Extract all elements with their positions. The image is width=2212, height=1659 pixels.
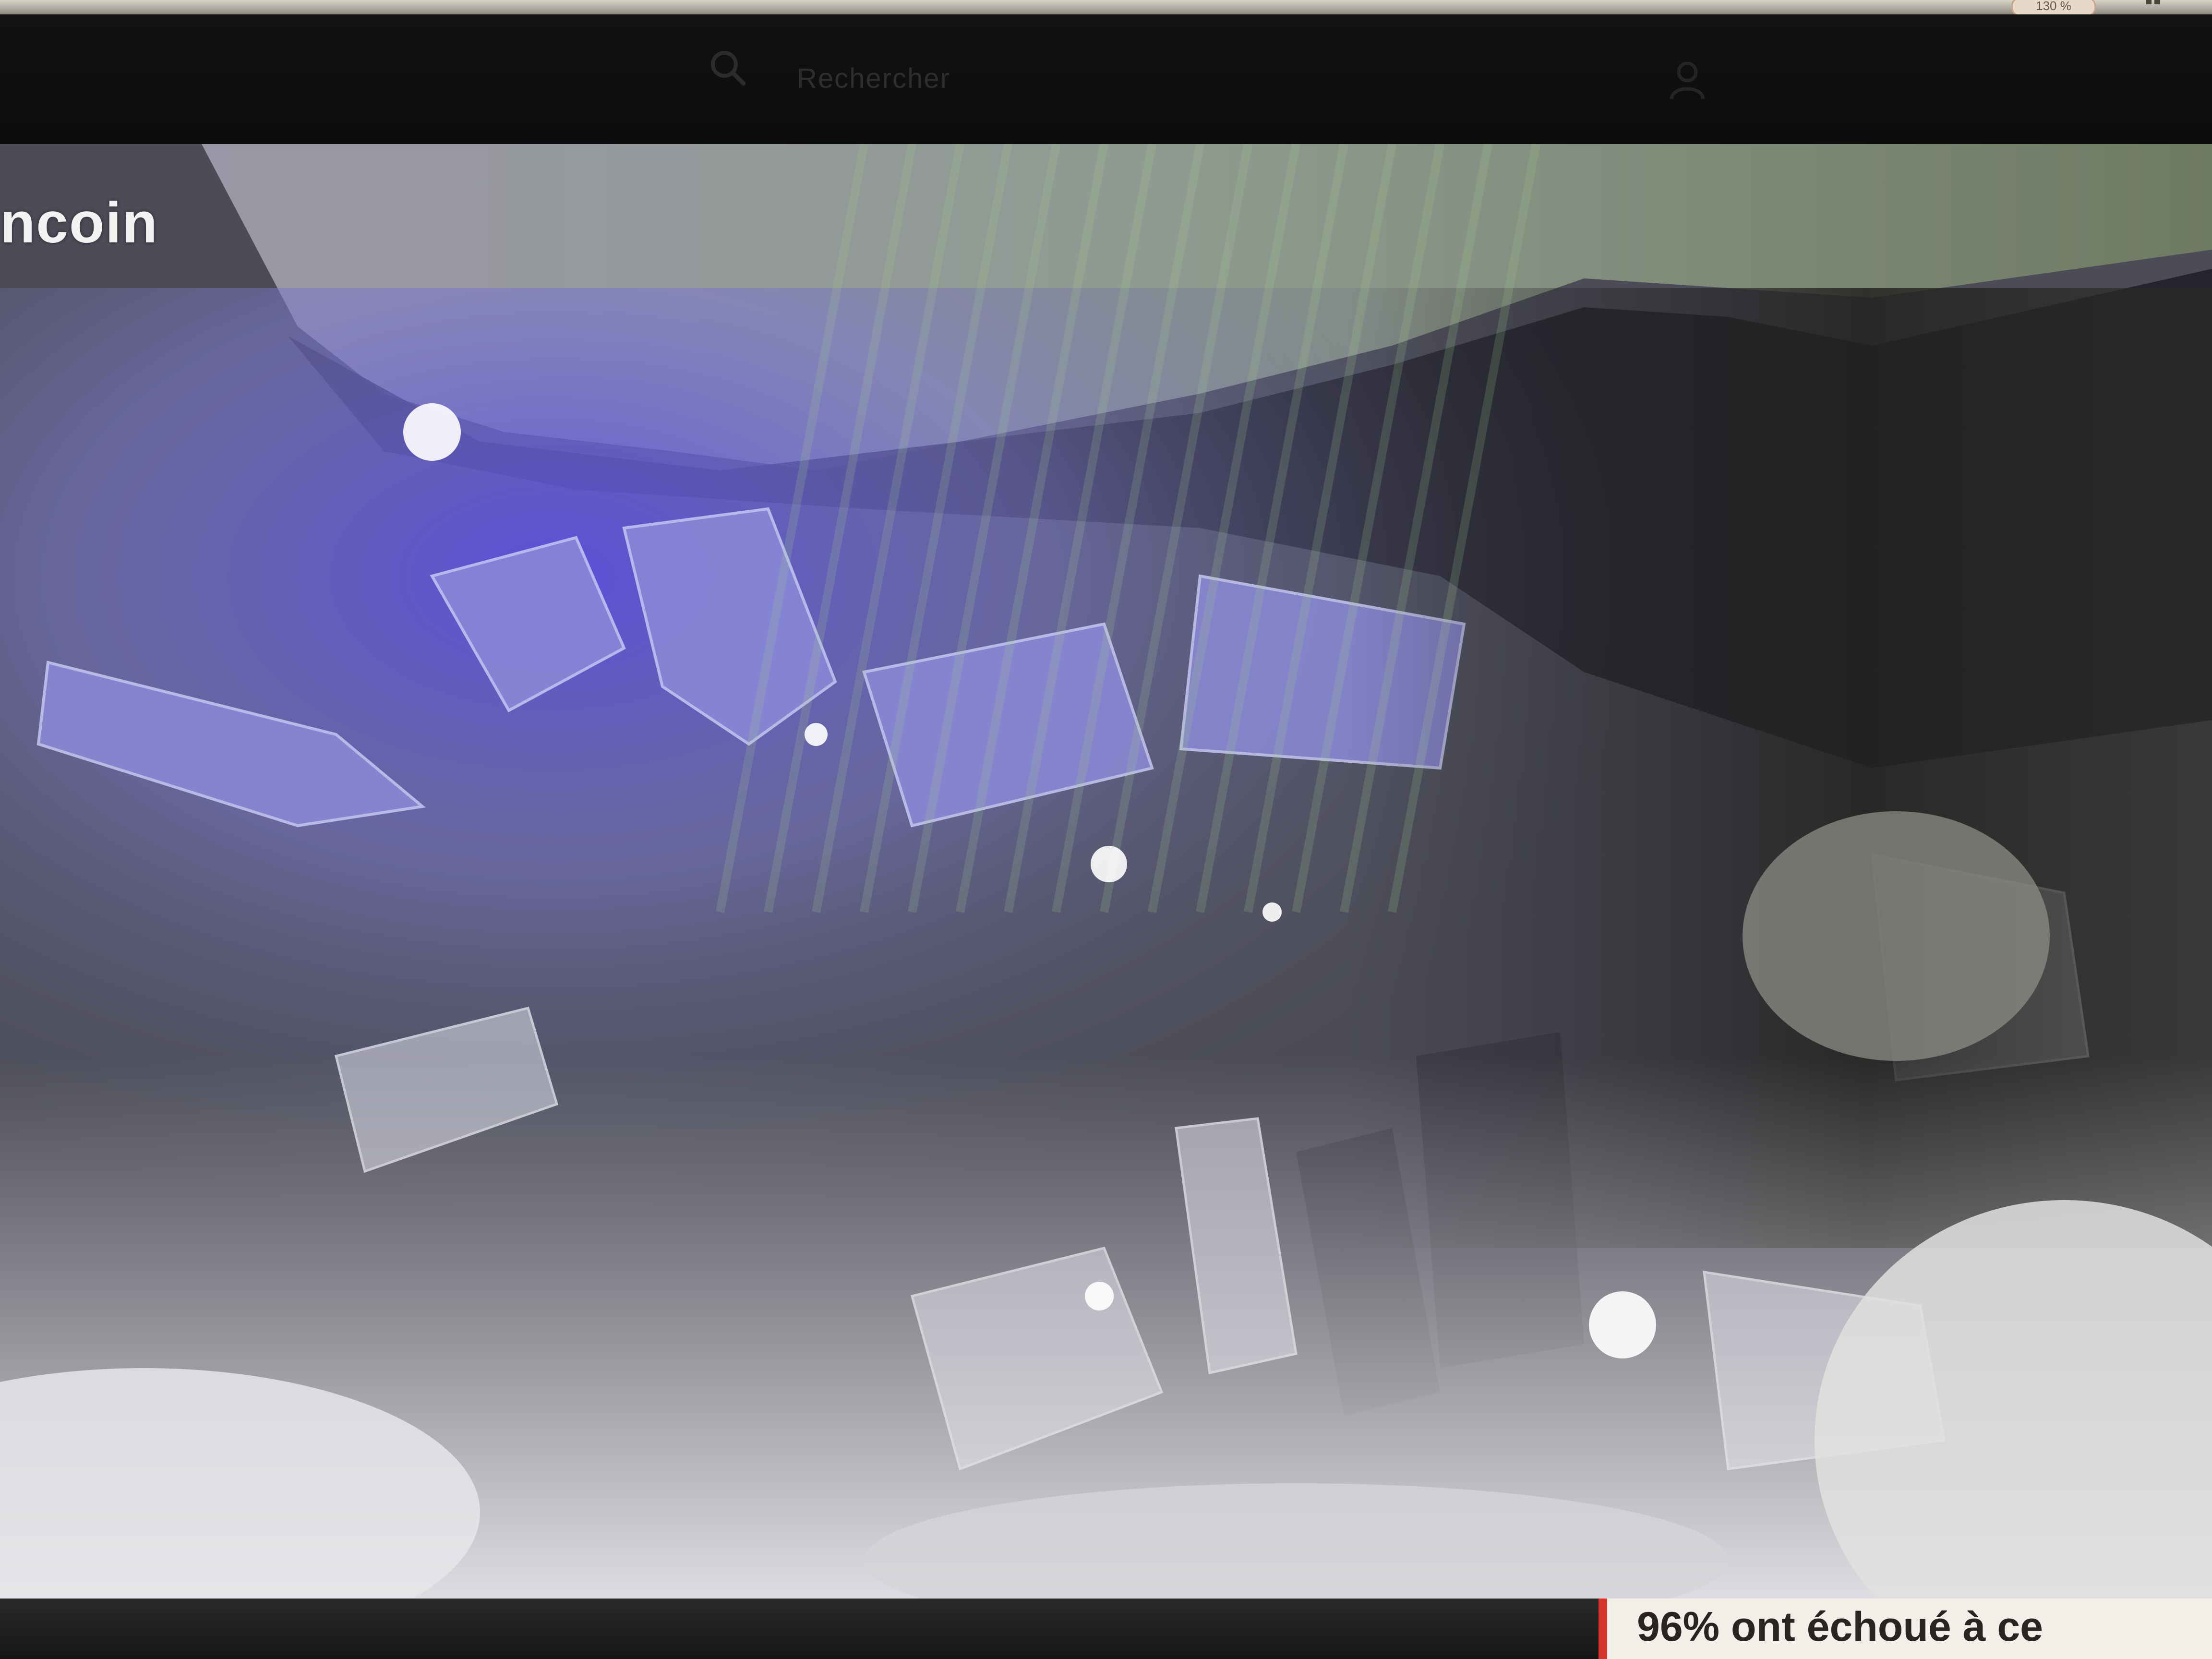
site-header: Rechercher <box>0 14 2212 149</box>
hero-image[interactable] <box>0 144 2212 1603</box>
screen: 130 % Rechercher ncoin 96% ont échoué à … <box>0 0 2212 1659</box>
search-icon[interactable] <box>708 48 746 86</box>
brand-logo[interactable]: ncoin <box>0 190 158 256</box>
search-input[interactable]: Rechercher <box>797 62 950 95</box>
ad-accent-bar <box>1599 1599 1607 1659</box>
grid-icon[interactable] <box>2146 0 2175 11</box>
bottom-left-panel <box>0 1599 1599 1659</box>
bottom-bar: 96% ont échoué à ce <box>0 1599 2212 1659</box>
user-icon[interactable] <box>1666 58 1709 101</box>
browser-toolbar: 130 % <box>0 0 2212 16</box>
crystal-photo <box>0 144 2212 1603</box>
ad-headline[interactable]: 96% ont échoué à ce <box>1637 1603 2043 1651</box>
zoom-level-badge[interactable]: 130 % <box>2011 0 2096 16</box>
